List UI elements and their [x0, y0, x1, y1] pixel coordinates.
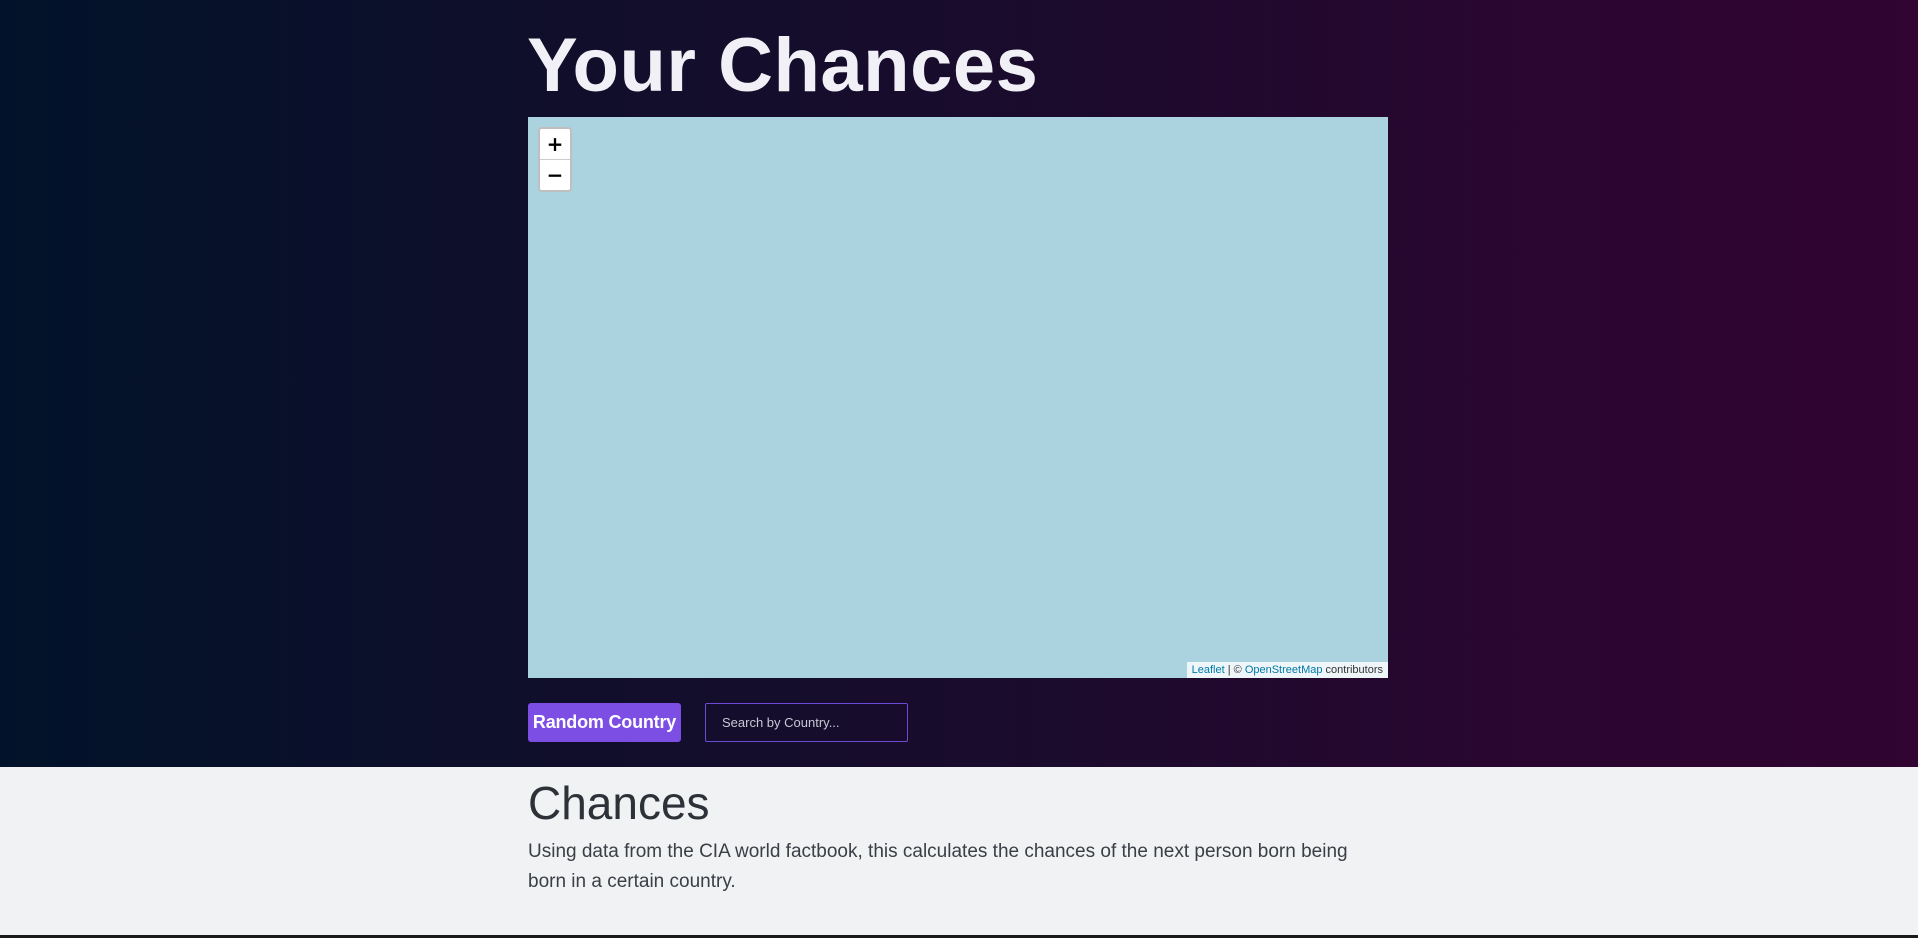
map-view[interactable]: + − Leaflet | © OpenStreetMap contributo…: [528, 117, 1388, 678]
info-section: Chances Using data from the CIA world fa…: [0, 767, 1918, 938]
hero-section: Your Chances + − Leaflet | © OpenStreetM…: [0, 0, 1918, 767]
leaflet-link[interactable]: Leaflet: [1192, 664, 1225, 676]
zoom-control: + −: [538, 127, 572, 192]
attribution-separator: | ©: [1224, 664, 1245, 676]
country-search-input[interactable]: [705, 703, 908, 742]
page-title: Your Chances: [527, 23, 1039, 108]
section-description: Using data from the CIA world factbook, …: [528, 841, 1348, 892]
map-attribution: Leaflet | © OpenStreetMap contributors: [1186, 662, 1388, 678]
zoom-in-button[interactable]: +: [540, 129, 570, 159]
section-title: Chances: [528, 777, 710, 829]
zoom-out-button[interactable]: −: [540, 159, 570, 190]
attribution-suffix: contributors: [1322, 664, 1383, 676]
openstreetmap-link[interactable]: OpenStreetMap: [1245, 664, 1323, 676]
random-country-button[interactable]: Random Country: [528, 703, 681, 742]
